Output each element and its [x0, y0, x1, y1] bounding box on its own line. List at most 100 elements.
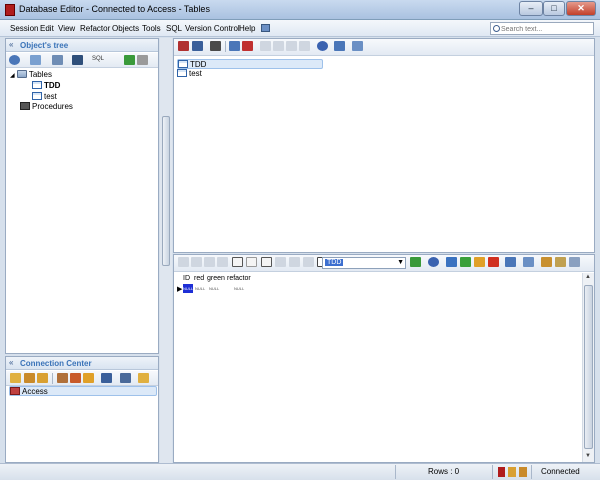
- prev-icon[interactable]: [191, 257, 202, 267]
- search-field[interactable]: [490, 22, 594, 35]
- sql-edit-icon[interactable]: [192, 41, 203, 51]
- move-up-icon[interactable]: [261, 257, 272, 267]
- tree-node-table[interactable]: test: [32, 92, 57, 101]
- collapse-icon[interactable]: «: [9, 358, 13, 367]
- minimize-button[interactable]: –: [519, 1, 543, 16]
- export-icon[interactable]: [70, 373, 81, 383]
- ddl-icon[interactable]: [260, 41, 271, 51]
- scroll-up-icon[interactable]: ▲: [585, 274, 591, 280]
- scroll-down-icon[interactable]: ▼: [585, 453, 591, 459]
- add-icon[interactable]: [460, 257, 471, 267]
- menu-help[interactable]: Help: [239, 24, 255, 33]
- menu-sql[interactable]: SQL: [166, 24, 182, 33]
- menu-refactor[interactable]: Refactor: [80, 24, 110, 33]
- edit-record-icon[interactable]: [474, 257, 485, 267]
- help-icon[interactable]: [428, 257, 439, 267]
- search-input[interactable]: [501, 24, 591, 34]
- connection-status: Connected: [541, 467, 580, 476]
- table-item-label: TDD: [190, 60, 207, 69]
- help-icon[interactable]: [317, 41, 328, 51]
- connection-item[interactable]: Access: [9, 386, 157, 396]
- move-down-icon[interactable]: [275, 257, 286, 267]
- list-icon[interactable]: [569, 257, 580, 267]
- procedure-icon: [20, 102, 30, 110]
- connection-center-header[interactable]: « Connection Center: [6, 357, 158, 370]
- sql-run-icon[interactable]: [178, 41, 189, 51]
- import-icon[interactable]: [57, 373, 68, 383]
- delete-icon[interactable]: [488, 257, 499, 267]
- menu-session[interactable]: Session: [10, 24, 38, 33]
- edit-icon[interactable]: [30, 55, 41, 65]
- find-icon[interactable]: [72, 55, 83, 65]
- tree-node-table[interactable]: TDD: [32, 81, 60, 90]
- tools-icon[interactable]: [83, 373, 94, 383]
- grid-cell[interactable]: NULL: [183, 284, 193, 293]
- ddl-icon[interactable]: [299, 41, 310, 51]
- remove-row-icon[interactable]: [246, 257, 257, 267]
- grid-icon[interactable]: [555, 257, 566, 267]
- maximize-button[interactable]: □: [543, 1, 565, 16]
- connection-center-title: Connection Center: [20, 359, 92, 368]
- stop-icon[interactable]: [137, 55, 148, 65]
- connect-icon[interactable]: [124, 55, 135, 65]
- scrollbar-thumb[interactable]: [584, 285, 593, 449]
- objects-tree-header[interactable]: « Object's tree: [6, 39, 158, 52]
- window-icon[interactable]: [352, 41, 363, 51]
- close-button[interactable]: ✕: [566, 1, 596, 16]
- tools-icon[interactable]: [541, 257, 552, 267]
- menu-objects[interactable]: Objects: [112, 24, 139, 33]
- first-icon[interactable]: [178, 257, 189, 267]
- ddl-icon[interactable]: [286, 41, 297, 51]
- open-connection-icon[interactable]: [24, 373, 35, 383]
- column-header-id[interactable]: ID: [183, 275, 190, 282]
- calendar-icon[interactable]: [505, 257, 516, 267]
- sql-icon[interactable]: SQL: [92, 56, 104, 62]
- table-list-item[interactable]: test: [177, 69, 202, 79]
- connection-center-pane: « Connection Center Access: [5, 356, 159, 463]
- next-icon[interactable]: [204, 257, 215, 267]
- table-edit-icon[interactable]: [229, 41, 240, 51]
- cancel-icon[interactable]: [303, 257, 314, 267]
- objects-tree-toolbar: SQL: [6, 53, 158, 68]
- ddl-icon[interactable]: [273, 41, 284, 51]
- grid-cell[interactable]: NULL: [209, 286, 219, 291]
- settings-icon[interactable]: [138, 373, 149, 383]
- post-icon[interactable]: [289, 257, 300, 267]
- menu-view[interactable]: View: [58, 24, 75, 33]
- window-icon[interactable]: [523, 257, 534, 267]
- last-icon[interactable]: [217, 257, 228, 267]
- left-splitter[interactable]: [160, 38, 172, 463]
- column-header-green[interactable]: green: [207, 275, 225, 282]
- menu-tools[interactable]: Tools: [142, 24, 161, 33]
- tree-node-procedures[interactable]: Procedures: [20, 102, 73, 111]
- splitter-handle[interactable]: [162, 116, 170, 266]
- column-header-red[interactable]: red: [194, 275, 204, 282]
- column-header-refactor[interactable]: refactor: [227, 275, 251, 282]
- delete-table-icon[interactable]: [242, 41, 253, 51]
- back-arrow-icon[interactable]: [446, 257, 457, 267]
- properties-icon[interactable]: [52, 55, 63, 65]
- filter-icon[interactable]: [120, 373, 131, 383]
- tree-node-tables[interactable]: ◢ Tables: [10, 70, 52, 79]
- data-scrollbar[interactable]: ▲ ▼: [582, 273, 594, 462]
- menu-edit[interactable]: Edit: [40, 24, 54, 33]
- key-icon: [519, 467, 527, 477]
- grid-cell[interactable]: NULL: [234, 286, 244, 291]
- transfer-icon[interactable]: [101, 373, 112, 383]
- table-list-item[interactable]: TDD: [177, 59, 323, 69]
- reload-icon[interactable]: [410, 257, 421, 267]
- calendar-icon[interactable]: [334, 41, 345, 51]
- filter-icon[interactable]: [210, 41, 221, 51]
- grid-cell[interactable]: NULL: [195, 286, 205, 291]
- chevron-down-icon[interactable]: ▼: [397, 259, 404, 266]
- lock-icon[interactable]: [37, 373, 48, 383]
- refresh-icon[interactable]: [9, 55, 20, 65]
- expand-icon[interactable]: ◢: [10, 73, 15, 79]
- add-row-icon[interactable]: [232, 257, 243, 267]
- table-select[interactable]: TDD ▼: [322, 257, 406, 269]
- layout-icon[interactable]: [261, 24, 270, 32]
- title-bar: Database Editor - Connected to Access - …: [0, 0, 600, 20]
- menu-version-control[interactable]: Version Control: [185, 24, 240, 33]
- new-connection-icon[interactable]: [10, 373, 21, 383]
- collapse-icon[interactable]: «: [9, 40, 13, 49]
